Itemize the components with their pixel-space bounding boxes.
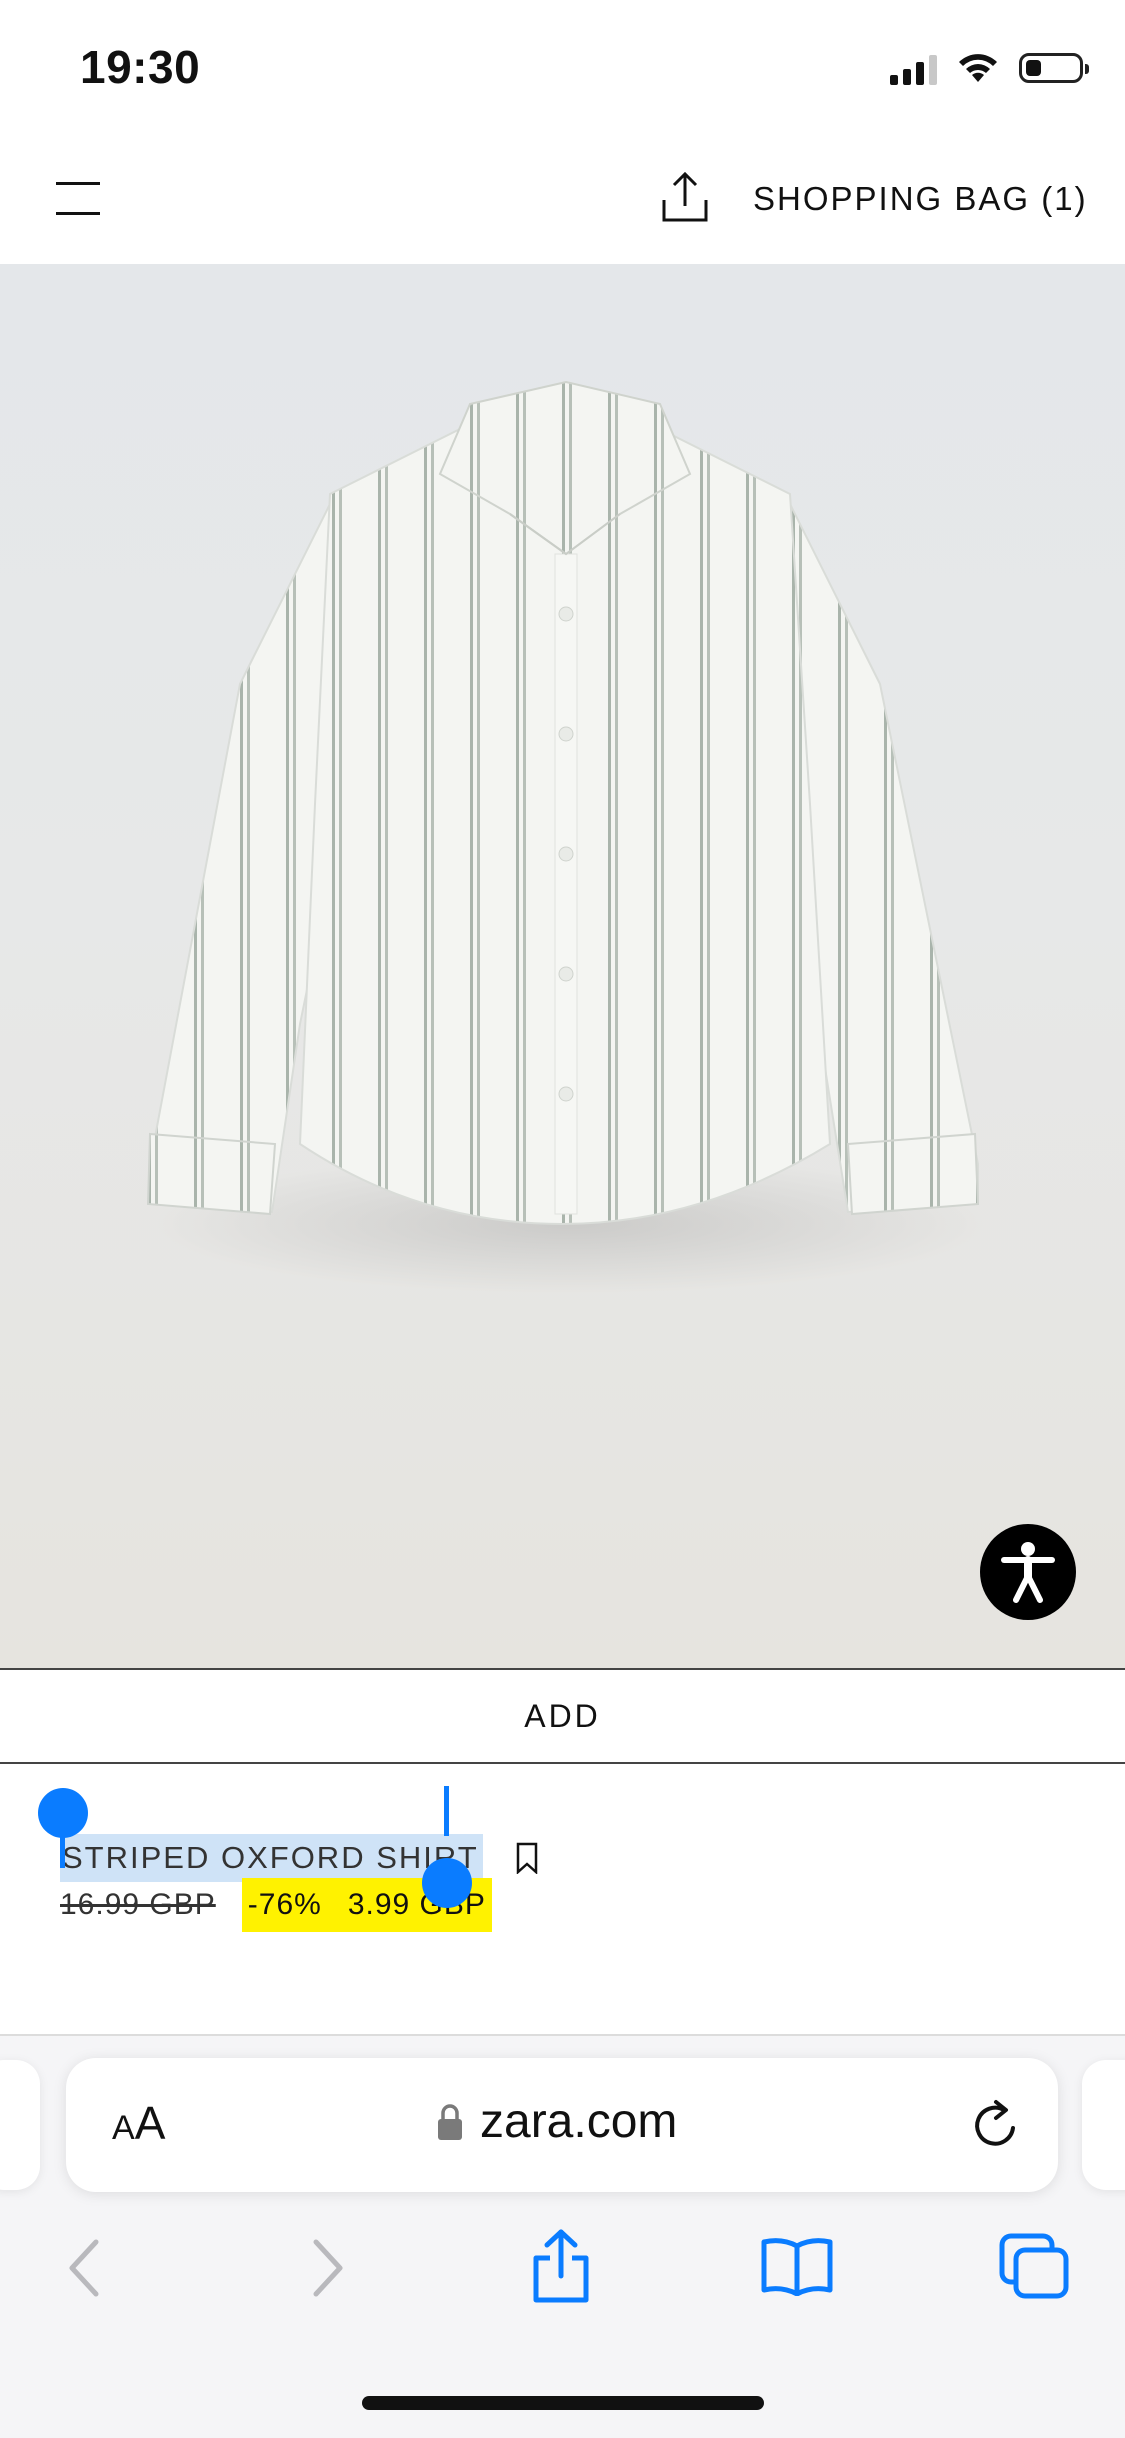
reload-icon[interactable] (968, 2098, 1022, 2152)
discount-percent: -76% (247, 1888, 322, 1921)
selection-end-caret (444, 1786, 449, 1836)
status-time: 19:30 (80, 41, 201, 93)
url-display[interactable]: zara.com (436, 2094, 677, 2149)
forward-icon[interactable] (306, 2236, 350, 2300)
url-text: zara.com (480, 2095, 678, 2148)
selection-end-handle[interactable] (422, 1858, 472, 1908)
product-name: STRIPED OXFORD SHIRT (60, 1834, 483, 1882)
shirt-image (146, 380, 990, 1294)
product-image[interactable] (0, 264, 1125, 1668)
cellular-signal-icon (890, 51, 937, 85)
next-tab-peek[interactable] (1082, 2060, 1125, 2190)
selection-start-caret (60, 1828, 65, 1868)
tabs-icon[interactable] (998, 2232, 1070, 2300)
home-indicator (362, 2396, 764, 2410)
bookmarks-icon[interactable] (760, 2236, 834, 2296)
wifi-icon (959, 54, 997, 82)
shopping-bag-link[interactable]: SHOPPING BAG (1) (753, 180, 1088, 218)
add-to-bag-button[interactable]: ADD (0, 1668, 1125, 1764)
back-icon[interactable] (62, 2236, 106, 2300)
site-header: SHOPPING BAG (1) (0, 140, 1125, 264)
hamburger-menu-icon[interactable] (56, 178, 100, 218)
text-size-button[interactable]: AA (112, 2096, 165, 2150)
previous-tab-peek[interactable] (0, 2060, 40, 2190)
original-price: 16.99 GBP (60, 1888, 216, 1921)
battery-icon (1019, 53, 1089, 83)
bookmark-icon[interactable] (515, 1842, 539, 1874)
share-icon[interactable] (660, 170, 710, 224)
status-icons (890, 48, 1089, 88)
lock-icon (438, 2103, 462, 2140)
address-bar[interactable]: AA zara.com (66, 2058, 1058, 2192)
accessibility-icon[interactable] (980, 1524, 1076, 1620)
share-icon[interactable] (530, 2228, 592, 2304)
